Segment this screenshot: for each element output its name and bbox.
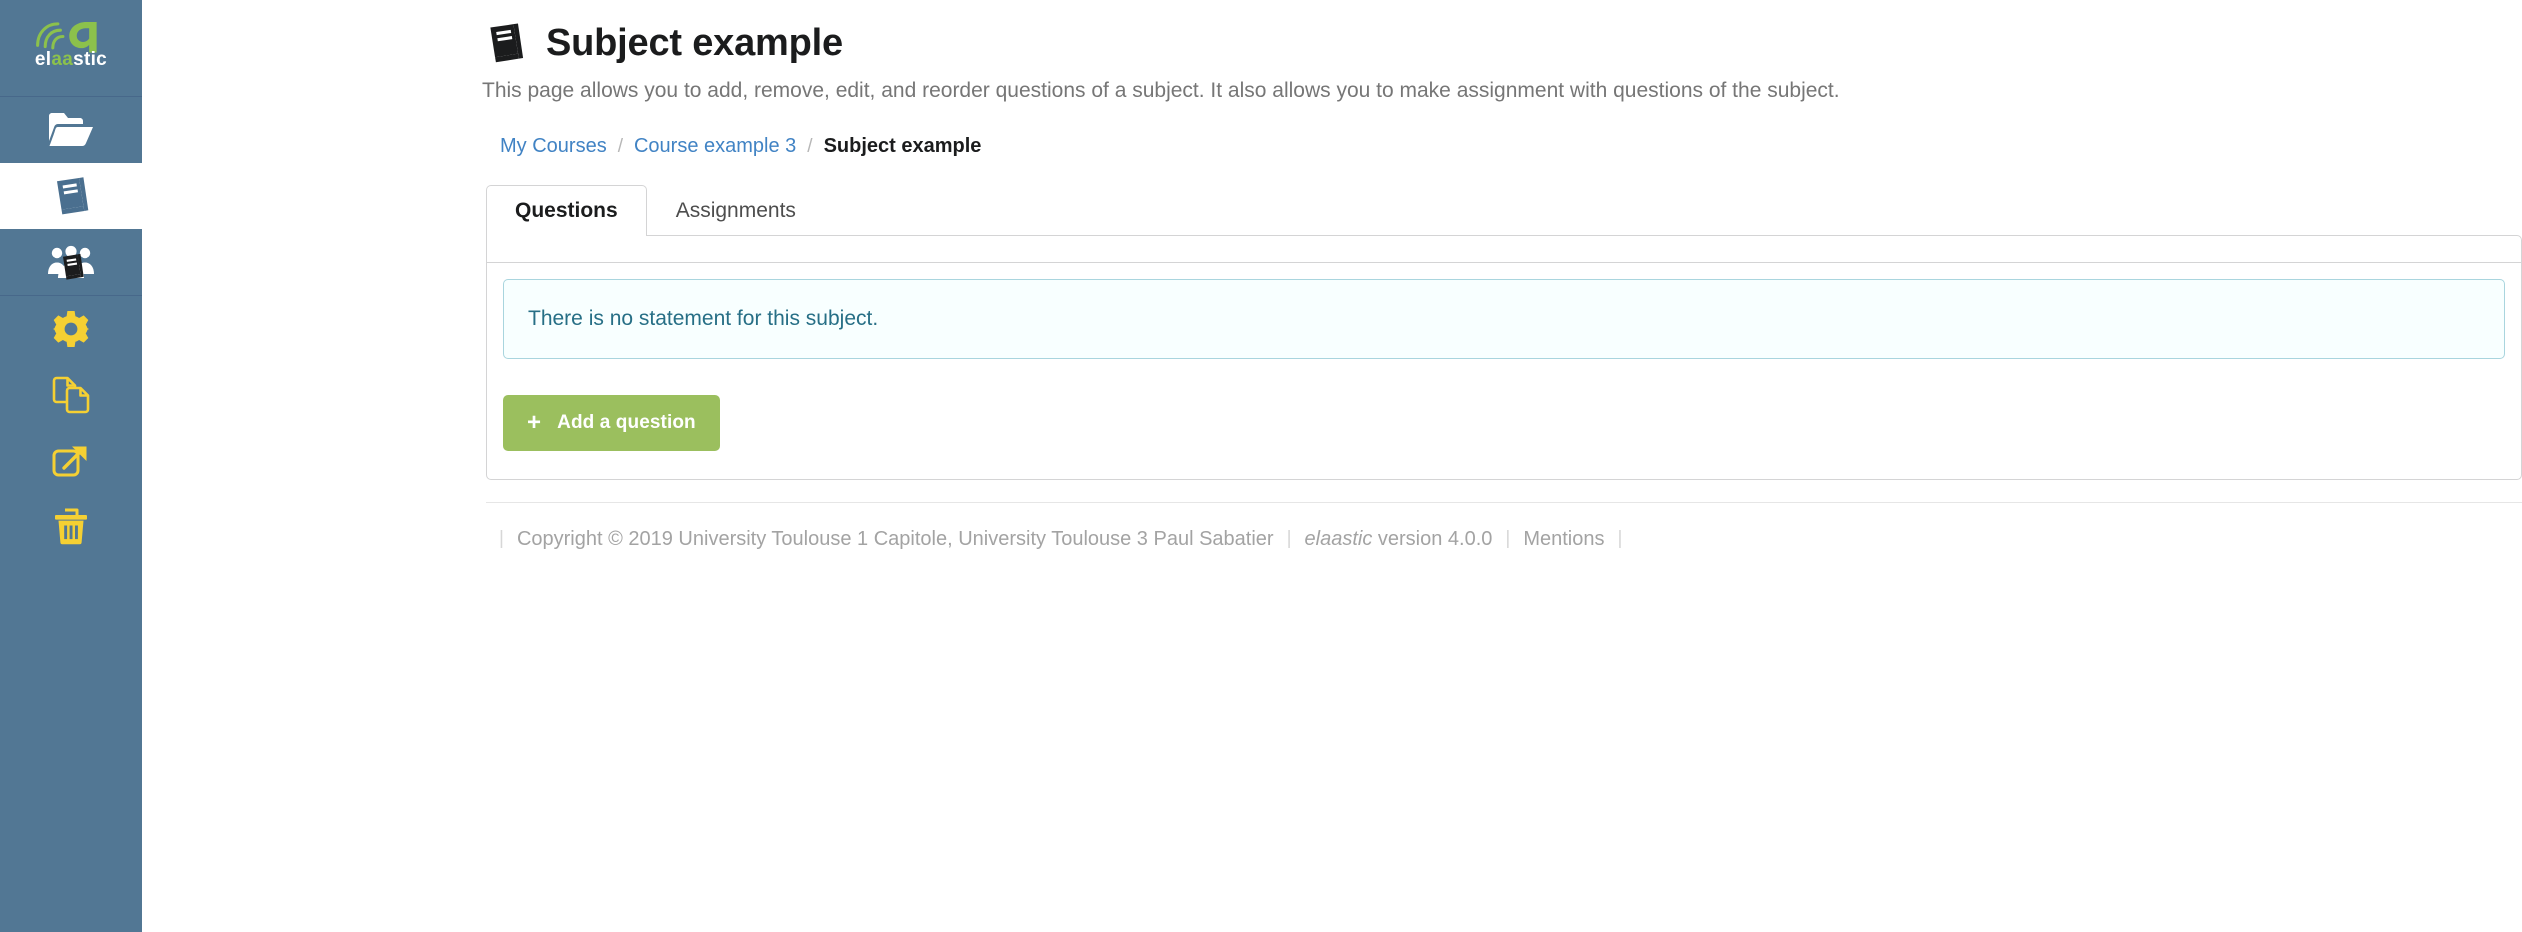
logo-text-part-1: el [34,49,52,70]
breadcrumb-item-course-example-3[interactable]: Course example 3 [634,136,796,156]
add-question-button-label: Add a question [557,411,696,433]
breadcrumb: My Courses / Course example 3 / Subject … [500,136,2522,156]
plus-icon: + [527,408,542,436]
sidebar-logo[interactable]: elaastic [0,0,142,96]
breadcrumb-separator: / [617,135,623,157]
tab-questions[interactable]: Questions [486,185,647,237]
add-question-button[interactable]: + Add a question [503,394,720,451]
footer-separator: | [499,528,504,550]
footer-version-number: version 4.0.0 [1377,527,1493,550]
tabs-wrap: Questions Assignments [486,185,2522,237]
copy-icon [52,376,90,414]
page-title-row: Subject example [482,14,2522,72]
logo-wrap: elaastic [25,15,117,81]
footer-separator: | [1505,528,1511,550]
sidebar-nav-primary [0,97,142,295]
breadcrumb-item-subject-example: Subject example [823,135,982,158]
footer-version: elaastic version 4.0.0 [1305,529,1493,549]
sidebar-item-duplicate[interactable] [0,362,142,428]
sidebar-item-subjects[interactable] [0,163,142,229]
book-icon [57,177,89,215]
footer: | Copyright © 2019 University Toulouse 1… [486,501,2522,550]
tab-bar: Questions Assignments [486,185,2522,237]
page-description: This page allows you to add, remove, edi… [482,79,1840,102]
breadcrumb-separator: / [807,135,813,157]
panel-actions: + Add a question [487,377,2521,479]
logo-text-part-3: stic [73,49,108,70]
logo-text: elaastic [35,50,107,69]
open-folder-icon [49,113,93,146]
gear-icon [53,311,89,347]
footer-separator: | [1286,528,1292,550]
shared-subjects-icon [48,245,94,280]
page-title: Subject example [546,22,843,64]
book-title-icon [490,23,524,63]
sidebar-item-courses[interactable] [0,97,142,163]
sidebar-item-shared-subjects[interactable] [0,229,142,295]
footer-copyright: Copyright © 2019 University Toulouse 1 C… [516,527,1274,550]
sidebar-item-delete[interactable] [0,494,142,560]
panel-toolbar [487,236,2521,264]
footer-mentions-link[interactable]: Mentions [1523,529,1604,549]
page-header: Subject example This page allows you to … [482,0,2522,104]
logo-text-part-2: aa [51,49,74,70]
footer-separator: | [1617,528,1623,550]
footer-app-name: elaastic [1304,527,1373,550]
breadcrumb-item-my-courses[interactable]: My Courses [500,136,607,156]
app-root: elaastic Subject example This page allow… [0,0,2522,932]
share-external-link-icon [52,446,87,477]
questions-panel: There is no statement for this subject. … [486,235,2522,480]
elaastic-logo-icon [36,21,98,53]
sidebar-item-share[interactable] [0,428,142,494]
panel-body: There is no statement for this subject. [487,263,2521,376]
sidebar-nav-actions [0,296,142,560]
sidebar-item-settings[interactable] [0,296,142,362]
tab-assignments[interactable]: Assignments [647,185,825,236]
trash-icon [55,508,87,545]
sidebar: elaastic [0,0,142,932]
no-statement-alert: There is no statement for this subject. [503,279,2505,359]
main-content: Subject example This page allows you to … [142,0,2522,932]
